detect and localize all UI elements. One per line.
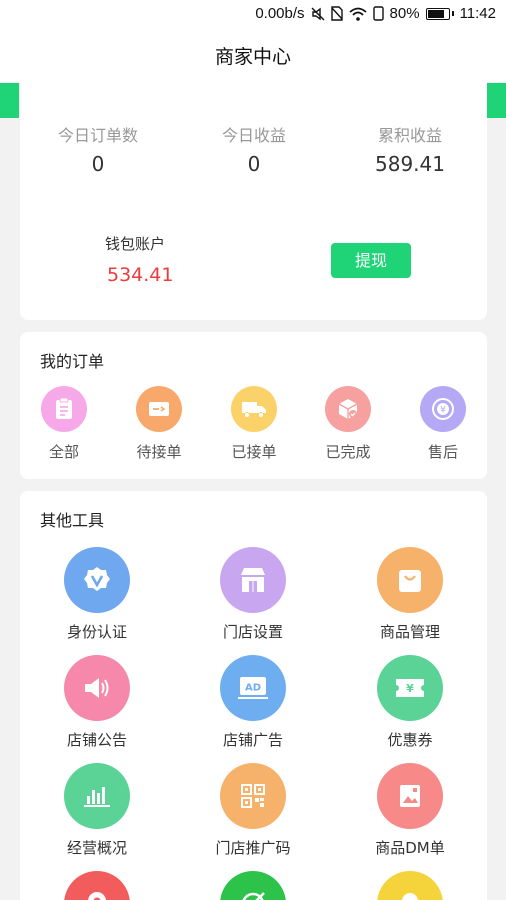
completed-box-icon [325, 386, 371, 432]
shopping-bag-icon [377, 547, 443, 613]
stat-value: 589.41 [375, 152, 445, 176]
clipboard-icon [41, 386, 87, 432]
stat-value: 0 [91, 152, 105, 176]
no-sim-icon [330, 6, 343, 21]
tool-store-ads[interactable]: AD 店铺广告 [198, 655, 308, 750]
ad-icon: AD [220, 655, 286, 721]
order-tab-completed[interactable]: 已完成 [318, 386, 378, 462]
tool-label: 经营概况 [66, 839, 127, 857]
app-header: 商家中心 [0, 30, 506, 82]
status-indicators: 0.00b/s 80% 11:42 [255, 5, 496, 22]
svg-text:¥: ¥ [406, 682, 414, 695]
tool-label: 优惠券 [387, 731, 433, 749]
section-title: 其他工具 [40, 511, 105, 530]
battery-percent: 80% [389, 5, 420, 22]
tool-product-management[interactable]: 商品管理 [355, 547, 465, 642]
tool-label: 店铺广告 [222, 731, 283, 749]
stat-total-earnings[interactable]: 累积收益 589.41 [332, 122, 488, 176]
verification-badge-icon [64, 547, 130, 613]
tool-store-promo-code[interactable]: 门店推广码 [198, 763, 308, 858]
tool-label: 商品管理 [379, 623, 440, 641]
status-bar: 0.00b/s 80% 11:42 [0, 0, 506, 30]
network-speed: 0.00b/s [255, 5, 305, 22]
order-tab-label: 全部 [48, 443, 79, 461]
tool-product-dm-flyer[interactable]: 商品DM单 [355, 763, 465, 858]
pending-order-icon [136, 386, 182, 432]
order-tab-accepted[interactable]: 已接单 [224, 386, 284, 462]
order-tab-after-sales[interactable]: ¥ 售后 [413, 386, 473, 462]
tool-idea[interactable] [355, 871, 465, 900]
storefront-icon [220, 547, 286, 613]
order-tab-pending[interactable]: 待接单 [129, 386, 189, 462]
stat-label: 今日收益 [221, 126, 286, 145]
order-tab-label: 待接单 [136, 443, 182, 461]
wallet-label: 钱包账户 [105, 235, 166, 253]
page-title: 商家中心 [214, 46, 291, 68]
tool-store-announcement[interactable]: 店铺公告 [42, 655, 152, 750]
my-orders-card: 我的订单 全部 待接单 已接单 已完成 ¥ 售后 [20, 332, 487, 479]
tool-label: 商品DM单 [375, 839, 445, 857]
svg-text:AD: AD [245, 683, 261, 694]
wallet-balance: 534.41 [107, 264, 174, 286]
stat-value: 0 [247, 152, 261, 176]
withdraw-button[interactable]: 提现 [331, 243, 411, 278]
location-pin-icon [64, 871, 130, 900]
section-title: 我的订单 [40, 352, 105, 371]
lightbulb-icon [377, 871, 443, 900]
order-tab-all[interactable]: 全部 [34, 386, 94, 462]
order-tab-label: 已接单 [231, 443, 277, 461]
wifi-icon [348, 7, 367, 21]
stat-label: 累积收益 [377, 126, 442, 145]
stat-today-orders[interactable]: 今日订单数 0 [20, 122, 176, 176]
tool-store-settings[interactable]: 门店设置 [198, 547, 308, 642]
tool-label: 店铺公告 [66, 731, 127, 749]
tool-location[interactable] [42, 871, 152, 900]
mute-icon [311, 7, 325, 20]
tool-label: 门店推广码 [215, 839, 291, 857]
tool-identity-verification[interactable]: 身份认证 [42, 547, 152, 642]
other-tools-card: 其他工具 身份认证 门店设置 商品管理 店铺公告 AD 店铺广告 ¥ 优惠券 经… [20, 491, 487, 900]
bar-chart-icon [64, 763, 130, 829]
delivery-truck-icon [231, 386, 277, 432]
tool-label: 门店设置 [222, 623, 283, 641]
green-edge-tab-right [487, 83, 506, 118]
target-icon [220, 871, 286, 900]
image-flyer-icon [377, 763, 443, 829]
portrait-lock-icon [372, 6, 384, 21]
tool-coupons[interactable]: ¥ 优惠券 [355, 655, 465, 750]
clock: 11:42 [459, 5, 496, 22]
summary-card: 今日订单数 0 今日收益 0 累积收益 589.41 钱包账户 534.41 提… [20, 82, 487, 320]
green-edge-tab-left [0, 83, 19, 118]
stat-label: 今日订单数 [57, 126, 138, 145]
tool-target[interactable] [198, 871, 308, 900]
speaker-icon [64, 655, 130, 721]
tool-label: 身份认证 [66, 623, 127, 641]
tool-business-overview[interactable]: 经营概况 [42, 763, 152, 858]
coupon-icon: ¥ [377, 655, 443, 721]
after-sales-icon: ¥ [420, 386, 466, 432]
order-tab-label: 售后 [427, 443, 458, 461]
qr-code-icon [220, 763, 286, 829]
svg-text:¥: ¥ [440, 406, 446, 416]
order-tab-label: 已完成 [325, 443, 371, 461]
battery-icon [425, 7, 454, 20]
stat-today-earnings[interactable]: 今日收益 0 [176, 122, 332, 176]
